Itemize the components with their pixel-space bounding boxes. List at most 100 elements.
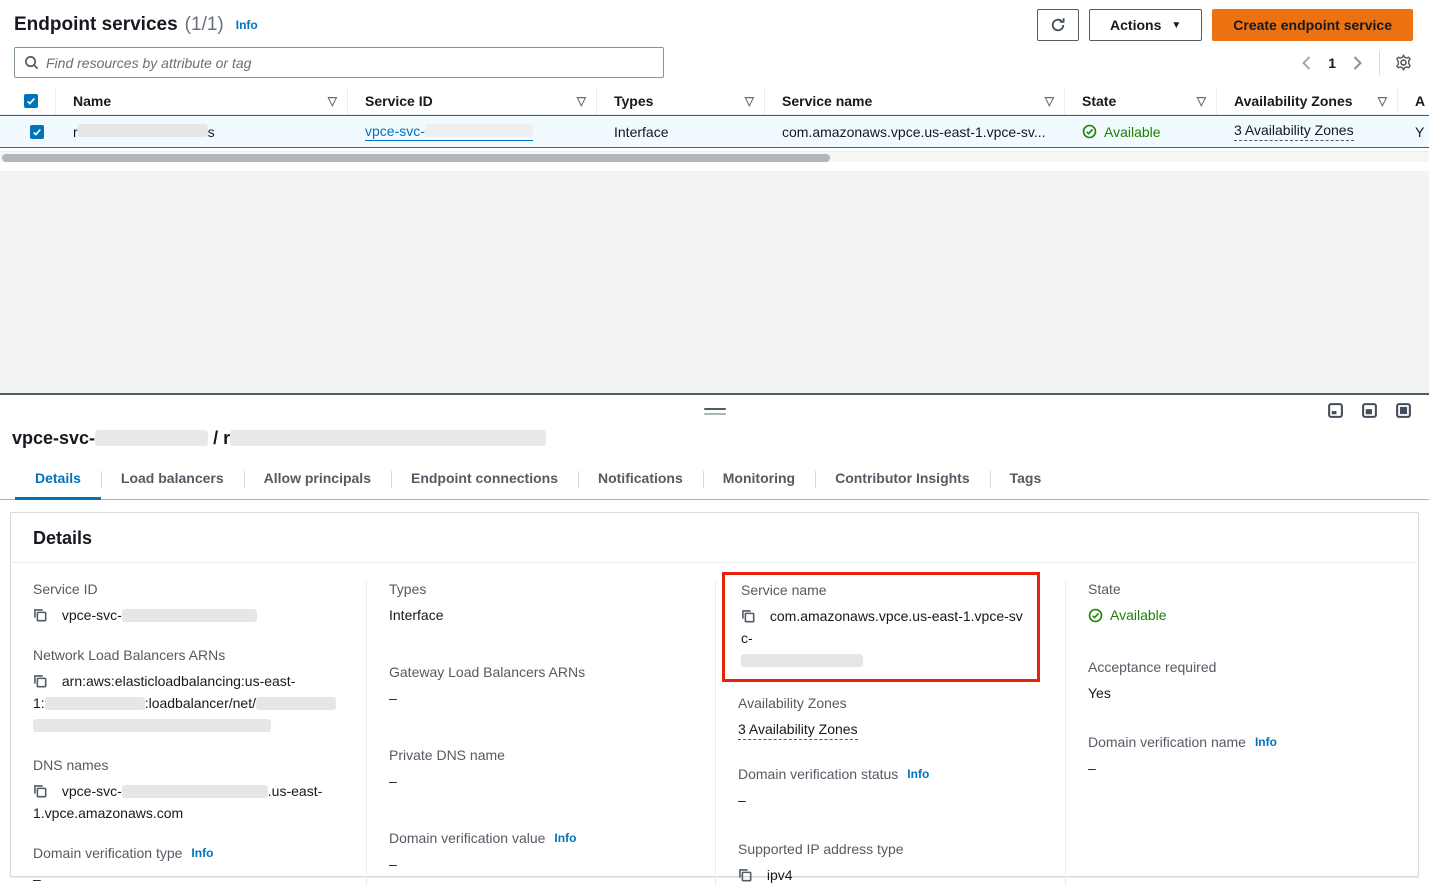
column-header-availability-zones[interactable]: Availability Zones▽ bbox=[1217, 87, 1398, 114]
panel-size-medium-icon[interactable] bbox=[1362, 403, 1377, 418]
actions-button[interactable]: Actions ▼ bbox=[1089, 9, 1202, 41]
field-dns-names: DNS names vpce-svc-.us-east- 1.vpce.amaz… bbox=[33, 757, 346, 824]
details-column-1: Service ID vpce-svc- Network Load Balanc… bbox=[11, 581, 367, 886]
redacted-text bbox=[122, 785, 268, 798]
redacted-text bbox=[95, 430, 208, 446]
az-popover-trigger[interactable]: 3 Availability Zones bbox=[1234, 122, 1354, 141]
chevron-down-icon: ▼ bbox=[1171, 20, 1181, 31]
tab-load-balancers[interactable]: Load balancers bbox=[101, 462, 244, 499]
header-info-link[interactable]: Info bbox=[236, 18, 258, 32]
search-icon bbox=[24, 55, 39, 70]
field-domain-verification-status: Domain verification statusInfo – bbox=[738, 766, 1045, 811]
column-header-name[interactable]: Name▽ bbox=[56, 87, 348, 114]
split-panel-title: vpce-svc- / r bbox=[12, 428, 1429, 449]
info-link[interactable]: Info bbox=[554, 831, 576, 845]
column-header-state[interactable]: State▽ bbox=[1065, 87, 1217, 114]
details-fields: Service ID vpce-svc- Network Load Balanc… bbox=[11, 563, 1418, 878]
tab-allow-principals[interactable]: Allow principals bbox=[244, 462, 391, 499]
redacted-text bbox=[78, 124, 208, 137]
tab-bar: Details Load balancers Allow principals … bbox=[0, 462, 1429, 500]
details-heading: Details bbox=[33, 528, 1386, 549]
tab-notifications[interactable]: Notifications bbox=[578, 462, 703, 499]
redacted-text bbox=[741, 654, 863, 667]
check-circle-icon bbox=[1082, 124, 1097, 139]
details-card-header: Details bbox=[11, 513, 1418, 563]
tab-endpoint-connections[interactable]: Endpoint connections bbox=[391, 462, 578, 499]
row-select-cell bbox=[0, 125, 56, 139]
horizontal-scrollbar[interactable] bbox=[0, 151, 1429, 162]
tab-tags[interactable]: Tags bbox=[990, 462, 1062, 499]
cell-types: Interface bbox=[597, 124, 765, 140]
field-state: State Available bbox=[1088, 581, 1398, 629]
tab-details[interactable]: Details bbox=[15, 462, 101, 500]
cell-service-name: com.amazonaws.vpce.us-east-1.vpce-sv... bbox=[765, 124, 1065, 140]
redacted-text bbox=[45, 697, 145, 710]
check-circle-icon bbox=[1088, 608, 1103, 623]
create-endpoint-service-button[interactable]: Create endpoint service bbox=[1212, 9, 1413, 41]
column-header-acceptance[interactable]: A bbox=[1398, 87, 1429, 114]
status-badge: Available bbox=[1082, 124, 1161, 140]
settings-gear-icon[interactable] bbox=[1394, 53, 1413, 72]
panel-size-controls bbox=[1328, 403, 1411, 418]
chevron-left-icon[interactable] bbox=[1301, 56, 1312, 70]
panel-size-large-icon[interactable] bbox=[1396, 403, 1411, 418]
table-row[interactable]: rs vpce-svc- Interface com.amazonaws.vpc… bbox=[0, 115, 1429, 148]
table-section: Endpoint services (1/1) Info Actions ▼ C… bbox=[0, 0, 1429, 171]
refresh-button[interactable] bbox=[1037, 9, 1079, 41]
select-all-checkbox[interactable] bbox=[24, 94, 38, 108]
panel-size-small-icon[interactable] bbox=[1328, 403, 1343, 418]
search-input[interactable] bbox=[46, 55, 654, 71]
column-header-service-name[interactable]: Service name▽ bbox=[765, 87, 1065, 114]
page-title: Endpoint services bbox=[14, 14, 178, 36]
filter-icon[interactable]: ▽ bbox=[739, 94, 754, 108]
field-service-name: Service name com.amazonaws.vpce.us-east-… bbox=[741, 582, 1029, 671]
status-badge: Available bbox=[1088, 604, 1167, 626]
details-column-3: Service name com.amazonaws.vpce.us-east-… bbox=[716, 581, 1066, 886]
field-private-dns-name: Private DNS name – bbox=[389, 747, 695, 792]
pagination: 1 bbox=[1301, 55, 1363, 71]
filter-icon[interactable]: ▽ bbox=[1191, 94, 1206, 108]
search-box[interactable] bbox=[14, 47, 664, 78]
copy-icon[interactable] bbox=[33, 608, 47, 622]
field-supported-ip-type: Supported IP address type ipv4 bbox=[738, 841, 1045, 886]
info-link[interactable]: Info bbox=[1255, 735, 1277, 749]
scrollbar-thumb[interactable] bbox=[2, 154, 830, 162]
split-panel: vpce-svc- / r Details Load balancers All… bbox=[0, 395, 1429, 886]
cell-service-id: vpce-svc- bbox=[348, 123, 597, 141]
copy-icon[interactable] bbox=[33, 674, 47, 688]
tab-contributor-insights[interactable]: Contributor Insights bbox=[815, 462, 990, 499]
table-controls: 1 bbox=[0, 40, 1429, 78]
redacted-text bbox=[425, 124, 533, 137]
az-popover-trigger[interactable]: 3 Availability Zones bbox=[738, 721, 858, 740]
filter-icon[interactable]: ▽ bbox=[322, 94, 337, 108]
row-checkbox[interactable] bbox=[30, 125, 44, 139]
page-number[interactable]: 1 bbox=[1328, 55, 1336, 71]
cell-acceptance: Y bbox=[1398, 124, 1429, 140]
copy-icon[interactable] bbox=[738, 868, 752, 882]
check-icon bbox=[26, 96, 36, 106]
info-link[interactable]: Info bbox=[191, 846, 213, 860]
column-header-service-id[interactable]: Service ID▽ bbox=[348, 87, 597, 114]
redacted-text bbox=[33, 719, 271, 732]
copy-icon[interactable] bbox=[741, 609, 755, 623]
column-header-types[interactable]: Types▽ bbox=[597, 87, 765, 114]
info-link[interactable]: Info bbox=[907, 767, 929, 781]
page-background bbox=[0, 171, 1429, 393]
service-id-link[interactable]: vpce-svc- bbox=[365, 123, 533, 141]
field-service-id: Service ID vpce-svc- bbox=[33, 581, 346, 626]
check-icon bbox=[32, 127, 42, 137]
redacted-text bbox=[122, 609, 257, 622]
split-panel-drag-handle[interactable] bbox=[704, 408, 726, 415]
copy-icon[interactable] bbox=[33, 784, 47, 798]
filter-icon[interactable]: ▽ bbox=[1372, 94, 1387, 108]
field-availability-zones: Availability Zones 3 Availability Zones bbox=[738, 695, 1045, 740]
details-column-4: State Available Acceptance required Yes bbox=[1066, 581, 1418, 886]
filter-icon[interactable]: ▽ bbox=[571, 94, 586, 108]
chevron-right-icon[interactable] bbox=[1352, 56, 1363, 70]
select-all-cell bbox=[0, 87, 56, 114]
field-domain-verification-name: Domain verification nameInfo – bbox=[1088, 734, 1398, 779]
filter-icon[interactable]: ▽ bbox=[1039, 94, 1054, 108]
tab-monitoring[interactable]: Monitoring bbox=[703, 462, 815, 499]
redacted-text bbox=[230, 430, 546, 446]
divider bbox=[1379, 51, 1380, 75]
